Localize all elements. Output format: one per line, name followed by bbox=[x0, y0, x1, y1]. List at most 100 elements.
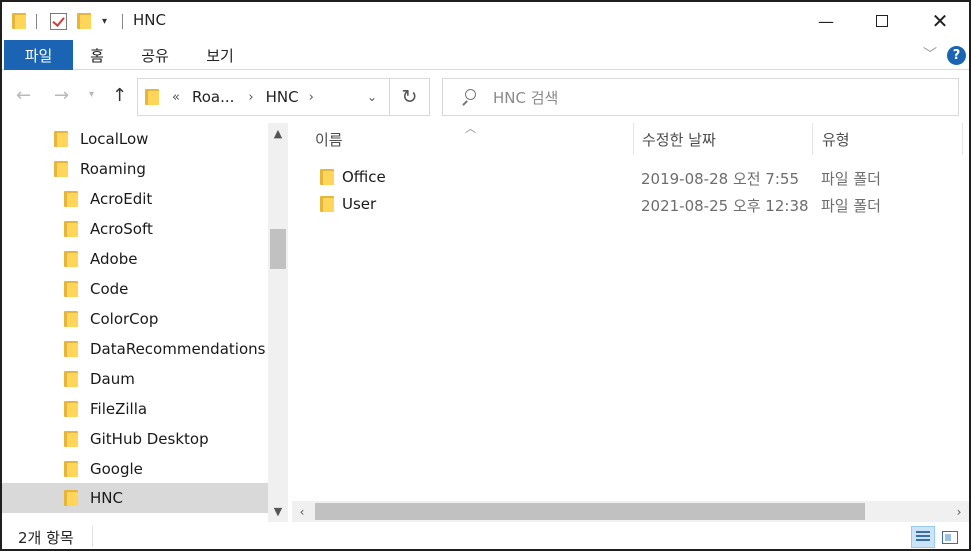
breadcrumb-overflow[interactable]: « bbox=[172, 90, 180, 105]
tree-item-colorcop[interactable]: ColorCop bbox=[2, 304, 268, 334]
tree-item-roaming[interactable]: Roaming bbox=[2, 154, 268, 184]
separator bbox=[122, 11, 123, 31]
folder-icon bbox=[64, 281, 78, 297]
explorer-window: ▾ HNC — ✕ 파일 홈 공유 보기 ﹀ ? ← → ▾ ↑ « Roa..… bbox=[0, 0, 971, 551]
file-type: 파일 폴더 bbox=[821, 170, 881, 188]
folder-icon bbox=[64, 311, 78, 327]
folder-icon bbox=[54, 161, 68, 177]
file-name: User bbox=[342, 195, 377, 213]
tree-item-label: AcroSoft bbox=[90, 220, 153, 238]
column-divider[interactable] bbox=[812, 123, 813, 155]
tree-item-label: Google bbox=[90, 460, 143, 478]
folder-icon bbox=[64, 191, 78, 207]
tab-home[interactable]: 홈 bbox=[80, 40, 114, 70]
column-header-type[interactable]: 유형 bbox=[822, 123, 850, 155]
file-date: 2019-08-28 오전 7:55 bbox=[641, 170, 799, 188]
up-arrow-icon[interactable]: ↑ bbox=[112, 85, 127, 106]
properties-icon[interactable] bbox=[50, 11, 67, 31]
file-type: 파일 폴더 bbox=[821, 197, 881, 215]
tree-item-label: HNC bbox=[90, 489, 123, 507]
breadcrumb-chevron-icon[interactable]: › bbox=[248, 90, 253, 105]
search-placeholder: HNC 검색 bbox=[493, 88, 559, 107]
tab-view[interactable]: 보기 bbox=[198, 40, 242, 70]
breadcrumb-item[interactable]: HNC bbox=[266, 88, 299, 106]
tree-item-hnc[interactable]: HNC bbox=[2, 483, 268, 513]
tree-item-daum[interactable]: Daum bbox=[2, 364, 268, 394]
tree-item-label: Adobe bbox=[90, 250, 138, 268]
tab-file[interactable]: 파일 bbox=[4, 40, 73, 70]
folder-icon bbox=[320, 169, 334, 185]
table-row[interactable]: Office 2019-08-28 오전 7:55 파일 폴더 bbox=[292, 164, 969, 191]
scroll-left-arrow-icon[interactable]: ‹ bbox=[292, 501, 312, 522]
column-header-name[interactable]: 이름 bbox=[315, 123, 343, 155]
item-count: 2개 항목 bbox=[18, 529, 74, 547]
forward-arrow-icon[interactable]: → bbox=[54, 85, 69, 106]
table-row[interactable]: User 2021-08-25 오후 12:38 파일 폴더 bbox=[292, 191, 969, 218]
tree-item-adobe[interactable]: Adobe bbox=[2, 244, 268, 274]
tree-item-label: DataRecommendations bbox=[90, 340, 266, 358]
sort-ascending-icon: ︿ bbox=[465, 122, 476, 135]
scrollbar-thumb[interactable] bbox=[270, 229, 286, 269]
details-view-icon[interactable] bbox=[911, 526, 935, 548]
tree-item-label: Roaming bbox=[80, 160, 146, 178]
tree-item-label: Code bbox=[90, 280, 129, 298]
column-header-date[interactable]: 수정한 날짜 bbox=[642, 123, 716, 155]
folder-icon bbox=[64, 221, 78, 237]
tree-item-acroedit[interactable]: AcroEdit bbox=[2, 184, 268, 214]
column-divider[interactable] bbox=[633, 123, 634, 155]
folder-icon bbox=[64, 431, 78, 447]
breadcrumb-chevron-icon[interactable]: › bbox=[309, 90, 314, 105]
scrollbar-thumb[interactable] bbox=[315, 503, 865, 520]
address-row: ← → ▾ ↑ « Roa... › HNC › ⌄ ↻ HNC 검색 bbox=[2, 71, 969, 123]
tab-share[interactable]: 공유 bbox=[133, 40, 177, 70]
nav-pane-scrollbar[interactable]: ▲ ▼ bbox=[268, 123, 288, 522]
refresh-icon[interactable]: ↻ bbox=[390, 78, 430, 116]
maximize-button[interactable] bbox=[853, 2, 911, 40]
folder-icon bbox=[54, 131, 68, 147]
new-folder-icon[interactable] bbox=[77, 11, 91, 31]
address-bar[interactable]: « Roa... › HNC › ⌄ bbox=[137, 78, 390, 116]
tree-item-label: FileZilla bbox=[90, 400, 148, 418]
expand-ribbon-chevron-icon[interactable]: ﹀ bbox=[923, 44, 937, 64]
scroll-down-arrow-icon[interactable]: ▼ bbox=[268, 501, 288, 521]
window-title: HNC bbox=[133, 11, 166, 29]
file-name: Office bbox=[342, 168, 386, 186]
tree-item-label: AcroEdit bbox=[90, 190, 153, 208]
tree-item-label: GitHub Desktop bbox=[90, 430, 209, 448]
folder-icon bbox=[64, 371, 78, 387]
folder-icon bbox=[64, 461, 78, 477]
folder-icon bbox=[12, 11, 26, 31]
file-date: 2021-08-25 오후 12:38 bbox=[641, 197, 809, 215]
tree-item-code[interactable]: Code bbox=[2, 274, 268, 304]
recent-locations-chevron-icon[interactable]: ▾ bbox=[89, 89, 94, 100]
column-divider[interactable] bbox=[962, 123, 963, 155]
tree-item-partial[interactable] bbox=[2, 513, 268, 522]
folder-icon bbox=[64, 401, 78, 417]
folder-icon bbox=[320, 196, 334, 212]
navigation-pane: LocalLow Roaming AcroEdit AcroSoft Adobe… bbox=[2, 123, 290, 522]
tree-item-label: ColorCop bbox=[90, 310, 159, 328]
tree-item-acrosoft[interactable]: AcroSoft bbox=[2, 214, 268, 244]
scroll-right-arrow-icon[interactable]: › bbox=[949, 501, 969, 522]
minimize-button[interactable]: — bbox=[797, 2, 855, 40]
close-button[interactable]: ✕ bbox=[911, 2, 969, 40]
separator bbox=[36, 11, 37, 31]
tree-item-locallow[interactable]: LocalLow bbox=[2, 124, 268, 154]
back-arrow-icon[interactable]: ← bbox=[16, 85, 31, 106]
scroll-up-arrow-icon[interactable]: ▲ bbox=[268, 123, 288, 143]
tree-item-google[interactable]: Google bbox=[2, 454, 268, 484]
tree-item-github-desktop[interactable]: GitHub Desktop bbox=[2, 424, 268, 454]
large-icons-view-icon[interactable] bbox=[938, 526, 962, 548]
help-icon[interactable]: ? bbox=[947, 46, 966, 65]
address-history-chevron-icon[interactable]: ⌄ bbox=[367, 90, 377, 104]
search-input[interactable]: HNC 검색 bbox=[442, 78, 959, 116]
folder-icon bbox=[64, 490, 78, 506]
status-bar: 2개 항목 bbox=[2, 522, 969, 551]
folder-icon bbox=[145, 89, 159, 105]
tree-item-filezilla[interactable]: FileZilla bbox=[2, 394, 268, 424]
tree-item-datarecommendations[interactable]: DataRecommendations bbox=[2, 334, 268, 364]
quick-access-dropdown-icon[interactable]: ▾ bbox=[102, 11, 107, 31]
file-list-horizontal-scrollbar[interactable]: ‹ › bbox=[292, 501, 969, 522]
breadcrumb-item[interactable]: Roa... bbox=[192, 88, 234, 106]
title-bar: ▾ HNC — ✕ bbox=[2, 2, 969, 40]
